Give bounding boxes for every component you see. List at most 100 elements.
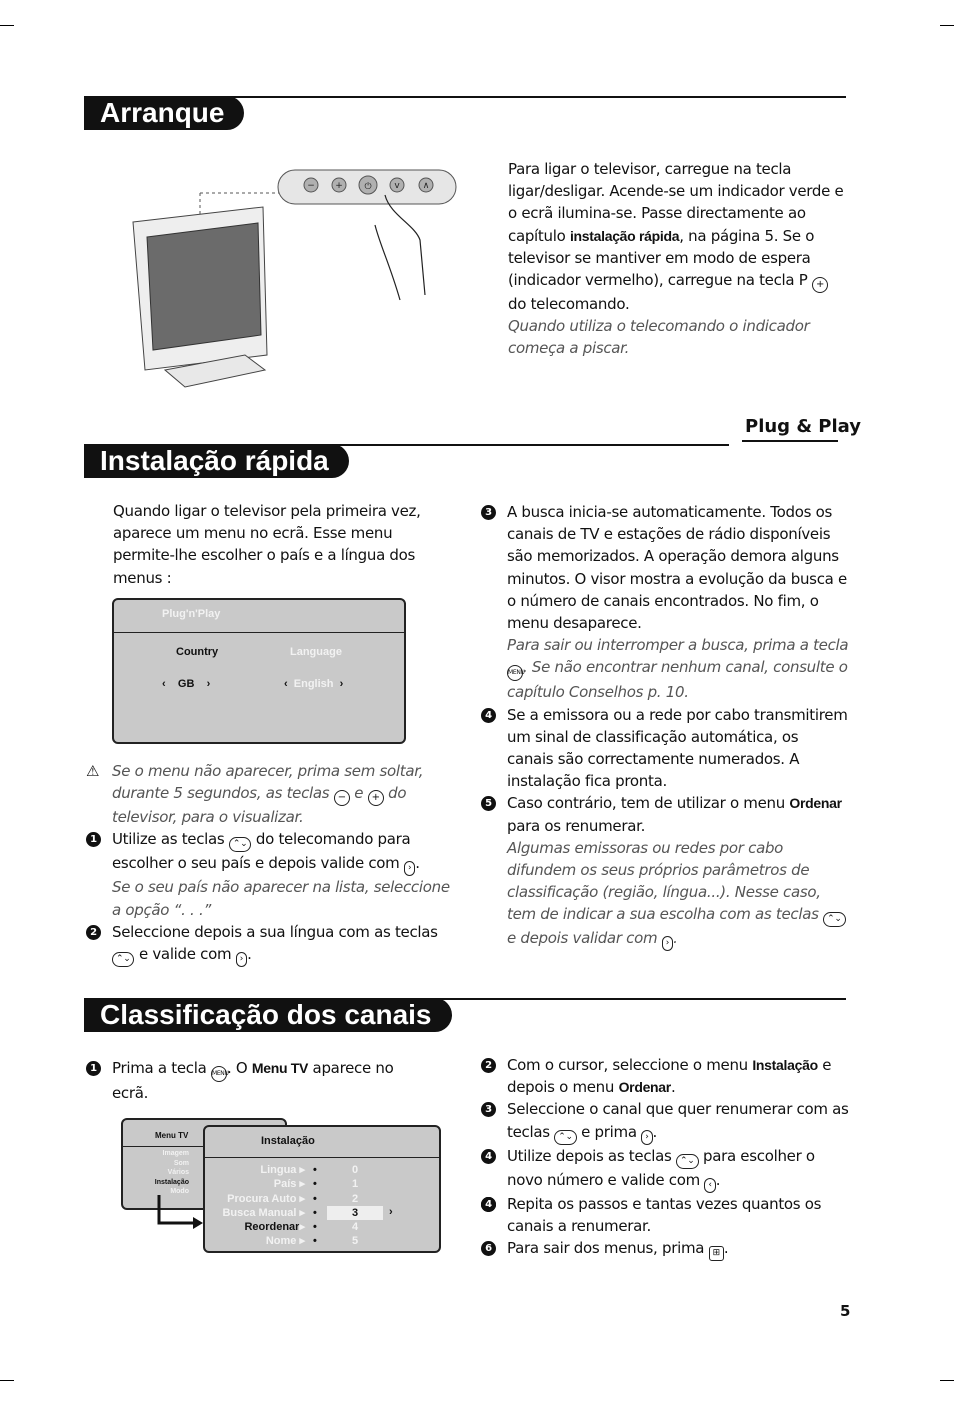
menu-key-icon: MENU xyxy=(210,1066,229,1082)
tv-button-down: v xyxy=(394,181,400,191)
step-text: Prima a tecla xyxy=(112,1059,211,1077)
menu-tv-title: Menu TV xyxy=(155,1131,189,1140)
tv-illustration: − + ⏻ v ∧ xyxy=(132,169,457,388)
menu-item-label: Nome xyxy=(265,1235,297,1248)
language-value: English xyxy=(293,678,334,690)
plug-and-play-logo: Plug & Play xyxy=(745,416,861,437)
step-text: . xyxy=(715,1170,721,1189)
step-4-icon: 4 xyxy=(481,707,496,723)
menu-item-label: Procura Auto xyxy=(227,1192,297,1205)
channel-number-selected[interactable]: 3 xyxy=(327,1205,383,1221)
step-bold: Ordenar xyxy=(618,1079,672,1096)
country-selector[interactable]: ‹ GB › xyxy=(162,678,210,690)
step-1-icon: 1 xyxy=(86,832,101,848)
step-text: . xyxy=(723,1239,729,1258)
menu-item-label: Busca Manual xyxy=(222,1206,297,1219)
crop-mark xyxy=(0,1380,14,1381)
language-label: Language xyxy=(290,646,342,658)
step-note: Se o seu país não aparecer na lista, sel… xyxy=(112,878,450,919)
classificacao-step-1: 1 Prima a tecla MENU. O Menu TV aparece n… xyxy=(86,1057,426,1104)
channel-numbers: 0 1 2 3 4 5 xyxy=(327,1163,383,1249)
up-down-keys-icon: ⌃⌄ xyxy=(676,1153,699,1169)
instalacao-left-steps: ⚠ Se o menu não aparecer, prima sem solta… xyxy=(86,760,456,968)
arranque-note: Quando utiliza o telecomando o indicador… xyxy=(508,317,810,358)
right-arrow-icon: › xyxy=(389,1206,393,1218)
up-down-keys-icon: ⌃⌄ xyxy=(112,952,135,968)
step-4-icon: 4 xyxy=(481,1148,496,1164)
channel-number[interactable]: 0 xyxy=(327,1163,383,1177)
step-text: e prima xyxy=(576,1122,642,1141)
step-bold: Instalação xyxy=(752,1057,818,1073)
step-text: A busca inicia-se automaticamente. Todos… xyxy=(507,503,847,633)
step-3-icon: 3 xyxy=(481,505,496,520)
exit-key-icon: ⊞ xyxy=(708,1246,724,1262)
step-note: . Se não encontrar nenhum canal, consult… xyxy=(507,658,848,702)
language-selector[interactable]: ‹ English › xyxy=(284,678,343,690)
step-text: . xyxy=(652,1122,658,1141)
menu-title: Plug'n'Play xyxy=(162,608,221,620)
quick-install-link-text: instalação rápida xyxy=(569,227,680,244)
page-number: 5 xyxy=(840,1302,851,1320)
menu-tv-items: Imagem Som Vários Instalação Modo xyxy=(123,1149,189,1197)
step-text: para os renumerar. xyxy=(507,816,646,835)
crop-mark xyxy=(940,25,954,26)
instalacao-right-steps: 3 A busca inicia-se automaticamente. Todo… xyxy=(481,501,849,952)
step-text: . xyxy=(247,945,252,964)
section-title-arranque: Arranque xyxy=(84,96,245,130)
plug-icon xyxy=(742,440,838,442)
step-ref-icon: 4 xyxy=(481,1196,496,1212)
menu-item[interactable]: Som xyxy=(123,1159,189,1169)
menu-item-selected[interactable]: Reordenar▸ xyxy=(205,1220,305,1234)
intro-text: Quando ligar o televisor pela primeira v… xyxy=(113,502,421,587)
step-text: Se a emissora ou a rede por cabo transmi… xyxy=(507,705,848,791)
step-note: Algumas emissoras ou redes por cabo difu… xyxy=(507,838,824,924)
menu-item[interactable]: Imagem xyxy=(123,1149,189,1159)
step-note: Para sair ou interromper a busca, prima … xyxy=(507,636,849,655)
step-5-icon: 5 xyxy=(481,796,496,812)
tv-button-up: ∧ xyxy=(423,181,430,191)
right-key-icon: › xyxy=(403,861,416,877)
up-down-keys-icon: ⌃⌄ xyxy=(554,1129,577,1145)
menu-instalacao-title: Instalação xyxy=(261,1135,315,1147)
menu-instalacao: Instalação Lingua ▸ País ▸ Procura Auto … xyxy=(203,1125,441,1253)
plus-key-icon: + xyxy=(811,277,828,294)
step-note: e depois validar com xyxy=(507,929,662,948)
channel-number[interactable]: 5 xyxy=(327,1234,383,1248)
tv-button-plus: + xyxy=(335,181,343,191)
step-2-icon: 2 xyxy=(481,1058,496,1073)
step-text: Repita os passos xyxy=(507,1194,633,1213)
section-title-classificacao: Classificação dos canais xyxy=(84,998,452,1032)
warning-text: e xyxy=(349,784,368,803)
arrow-icon xyxy=(157,1195,203,1229)
step-1-icon: 1 xyxy=(86,1061,101,1076)
menu-item[interactable]: Busca Manual ▸ xyxy=(205,1206,305,1220)
step-text: Utilize as teclas xyxy=(112,830,229,849)
channel-number[interactable]: 4 xyxy=(327,1220,383,1234)
step-text: Para sair dos menus, prima xyxy=(507,1239,709,1258)
step-text: Caso contrário, tem de utilizar o menu xyxy=(507,794,790,813)
channel-number[interactable]: 2 xyxy=(327,1192,383,1206)
step-6-icon: 6 xyxy=(481,1241,496,1257)
menu-item[interactable]: País ▸ xyxy=(205,1177,305,1191)
menu-item[interactable]: Nome ▸ xyxy=(205,1234,305,1248)
menu-item-selected[interactable]: Instalação xyxy=(123,1178,189,1188)
arranque-paragraph-tail: do telecomando. xyxy=(508,295,630,314)
arranque-text: Para ligar o televisor, carregue na tecl… xyxy=(508,158,848,360)
minus-key-icon: − xyxy=(333,790,350,807)
up-down-keys-icon: ⌃⌄ xyxy=(823,912,846,928)
menu-item[interactable]: Lingua ▸ xyxy=(205,1163,305,1177)
step-text: . xyxy=(670,1078,676,1097)
step-text: Utilize depois as teclas xyxy=(507,1146,677,1165)
step-text: e valide com xyxy=(134,945,236,964)
step-text: . xyxy=(415,854,420,873)
step-bold: Menu TV xyxy=(251,1060,309,1076)
menu-item-label: Lingua xyxy=(260,1164,297,1176)
step-bold: Ordenar xyxy=(789,795,842,812)
channel-number[interactable]: 1 xyxy=(327,1177,383,1191)
plus-key-icon: + xyxy=(367,790,384,807)
menu-item[interactable]: Procura Auto ▸ xyxy=(205,1192,305,1206)
crop-mark xyxy=(940,1380,954,1381)
menu-item[interactable]: Vários xyxy=(123,1168,189,1178)
step-text: e xyxy=(632,1194,646,1213)
left-key-icon: ‹ xyxy=(704,1177,716,1193)
